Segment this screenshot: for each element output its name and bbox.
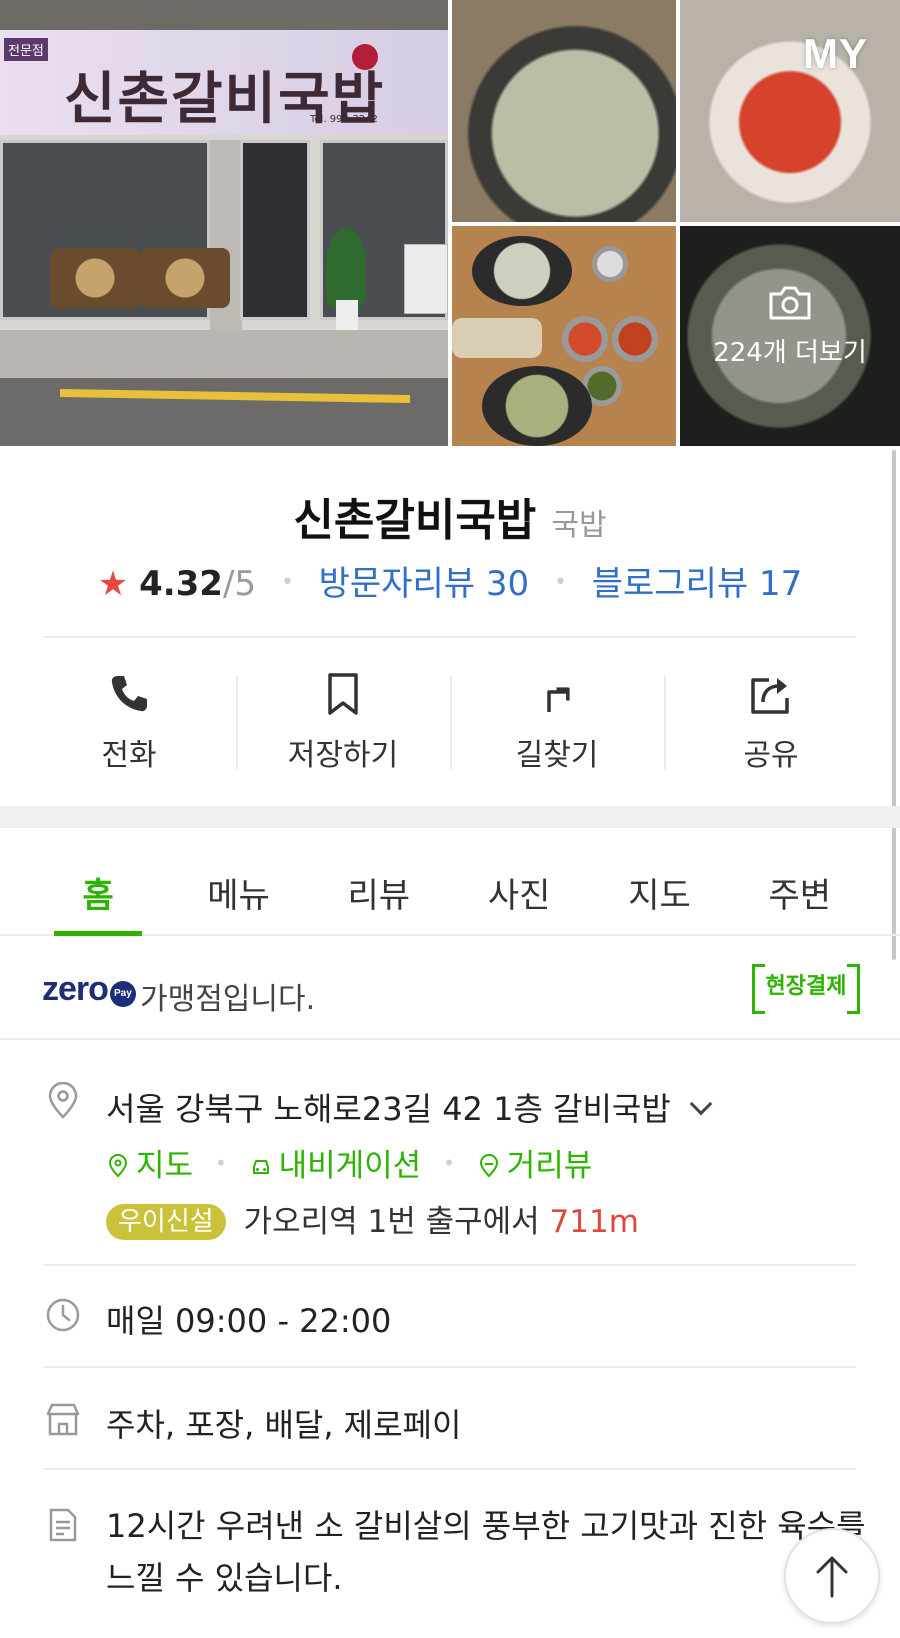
rating-max: /5	[222, 564, 257, 604]
navigation-link[interactable]: 내비게이션	[249, 1148, 431, 1184]
plant-pot	[336, 300, 358, 330]
sign-tel: Tel. 990-3242	[310, 114, 378, 125]
air-conditioner	[404, 244, 448, 314]
more-photos-tile[interactable]: 224개 더보기	[680, 226, 900, 446]
address-text: 서울 강북구 노해로23길 42 1층 갈비국밥	[106, 1090, 671, 1128]
amenities: 주차, 포장, 배달, 제로페이	[106, 1406, 462, 1444]
dumpling-plate	[452, 318, 542, 358]
sign-tag: 전문점	[4, 38, 48, 61]
window-food-poster	[140, 248, 230, 308]
divider	[44, 1366, 856, 1368]
side-bowl	[592, 246, 628, 282]
zero-pay-mark: Pay	[109, 981, 136, 1007]
storefront-photo[interactable]: 전문점 신촌갈비국밥 Tel. 990-3242	[0, 0, 448, 446]
subway-line-badge: 우이신설	[106, 1204, 226, 1240]
share-icon	[751, 678, 789, 714]
star-icon: ★	[97, 564, 129, 604]
table-setting-photo[interactable]	[452, 226, 676, 446]
separator-dot: •	[553, 570, 567, 595]
subway-info: 우이신설 가오리역 1번 출구에서 711m	[106, 1196, 639, 1241]
kimchi-dish	[612, 316, 658, 362]
call-button[interactable]: 전화	[22, 668, 236, 778]
divider	[44, 636, 856, 638]
bookmark-icon	[328, 673, 358, 715]
car-icon	[252, 1160, 269, 1174]
blog-reviews-link[interactable]: 블로그리뷰 17	[592, 564, 802, 604]
window-food-poster	[50, 248, 140, 308]
address-links: 지도 • 내비게이션 • 거리뷰	[106, 1140, 592, 1185]
tab-photos[interactable]: 사진	[449, 828, 589, 934]
clock-icon	[46, 1298, 80, 1332]
place-title: 신촌갈비국밥 국밥	[0, 484, 900, 548]
document-icon	[49, 1508, 77, 1542]
call-label: 전화	[101, 738, 157, 773]
soup-photo[interactable]	[452, 0, 676, 222]
sign-logo	[352, 44, 378, 70]
camera-icon	[769, 286, 811, 320]
tab-map[interactable]: 지도	[589, 828, 729, 934]
tab-home[interactable]: 홈	[28, 828, 168, 936]
business-hours[interactable]: 매일 09:00 - 22:00	[106, 1296, 391, 1342]
zero-pay-row: zero Pay 가맹점입니다. 현장결제	[0, 936, 900, 1040]
directions-icon	[547, 687, 570, 712]
map-link[interactable]: 지도	[106, 1148, 203, 1184]
station-exit: 1번 출구에서	[367, 1204, 540, 1240]
rating-row: ★ 4.32/5 • 방문자리뷰 30 • 블로그리뷰 17	[0, 556, 900, 605]
address-row[interactable]: 서울 강북구 노해로23길 42 1층 갈비국밥	[106, 1084, 713, 1130]
separator-dot: •	[443, 1151, 455, 1175]
chevron-down-icon[interactable]	[689, 1092, 713, 1116]
directions-button[interactable]: 길찾기	[450, 668, 664, 778]
description: 12시간 우려낸 소 갈비살의 풍부한 고기맛과 진한 육수를 느낄 수 있습니…	[106, 1507, 866, 1597]
plant	[326, 228, 366, 308]
save-button[interactable]: 저장하기	[236, 668, 450, 778]
arrow-up-icon	[816, 1556, 848, 1598]
zero-pay-logo: zero Pay	[42, 970, 136, 1009]
location-pin-icon	[48, 1082, 78, 1119]
storefront-sign: 전문점 신촌갈비국밥 Tel. 990-3242	[0, 30, 448, 135]
zero-pay-logo-text: zero	[42, 970, 109, 1008]
map-link-label: 지도	[136, 1148, 194, 1184]
tab-nearby[interactable]: 주변	[730, 828, 870, 934]
separator-dot: •	[280, 570, 294, 595]
visitor-reviews-link[interactable]: 방문자리뷰 30	[319, 564, 529, 604]
store-icon	[46, 1403, 80, 1436]
action-bar: 전화 저장하기 길찾기 공유	[22, 668, 878, 778]
navigation-link-label: 내비게이션	[278, 1148, 422, 1184]
place-name: 신촌갈비국밥	[293, 495, 537, 546]
street-view-link-label: 거리뷰	[506, 1148, 593, 1184]
save-label: 저장하기	[287, 738, 399, 773]
shop-door	[240, 140, 310, 320]
more-photos-label: 224개 더보기	[713, 338, 867, 368]
rating-value: 4.32	[139, 564, 223, 604]
divider	[44, 1264, 856, 1266]
street-view-icon	[479, 1154, 498, 1178]
separator-dot: •	[214, 1151, 227, 1175]
tab-bar: 홈 메뉴 리뷰 사진 지도 주변	[0, 828, 900, 936]
kimchi-photo[interactable]: MY	[680, 0, 900, 222]
share-button[interactable]: 공유	[664, 668, 878, 778]
location-pin-icon	[108, 1154, 128, 1178]
place-category: 국밥	[551, 508, 607, 543]
soup-pot	[482, 366, 592, 446]
photo-gallery: 전문점 신촌갈비국밥 Tel. 990-3242 MY 224개 더보기	[0, 0, 900, 446]
kimchi-dish	[562, 316, 608, 362]
sidewalk	[0, 330, 448, 378]
storefront-awning	[0, 0, 448, 30]
zero-pay-text: 가맹점입니다.	[140, 982, 316, 1017]
directions-label: 길찾기	[515, 738, 599, 773]
more-photos[interactable]: 224개 더보기	[680, 284, 900, 369]
onsite-payment-button[interactable]: 현장결제	[752, 964, 860, 1014]
phone-icon	[111, 676, 147, 712]
scroll-to-top-button[interactable]	[784, 1528, 880, 1624]
section-gap	[0, 806, 900, 828]
station-distance: 711m	[549, 1204, 639, 1240]
share-label: 공유	[743, 738, 799, 773]
station-name: 가오리역	[243, 1204, 358, 1240]
tab-reviews[interactable]: 리뷰	[309, 828, 449, 934]
soup-pot	[472, 236, 572, 306]
divider	[44, 1468, 856, 1470]
tab-menu[interactable]: 메뉴	[168, 828, 308, 934]
street-view-link[interactable]: 거리뷰	[477, 1148, 593, 1184]
my-badge[interactable]: MY	[803, 30, 868, 78]
